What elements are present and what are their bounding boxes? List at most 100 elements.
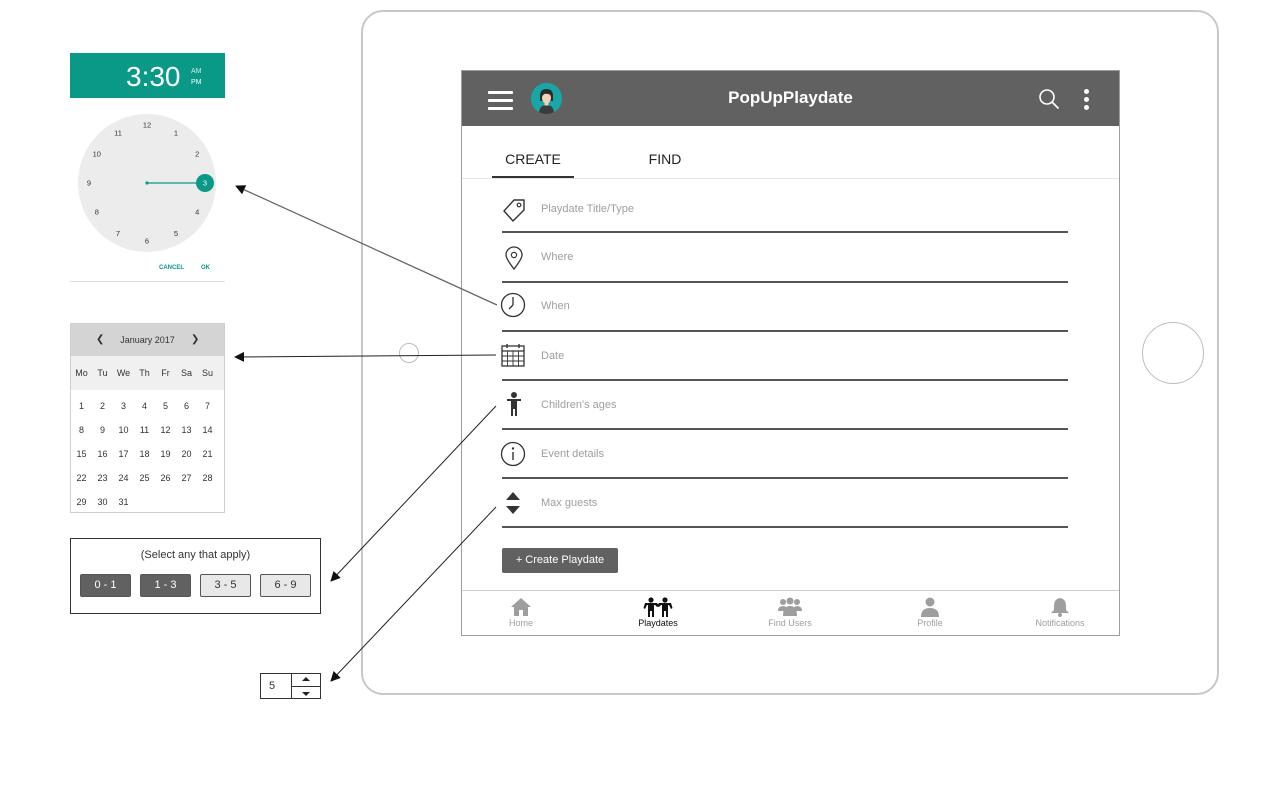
tab-divider bbox=[462, 178, 1119, 179]
calendar-day[interactable]: 9 bbox=[92, 425, 113, 435]
field-underline bbox=[502, 526, 1068, 528]
more-vert-icon[interactable] bbox=[1084, 89, 1090, 111]
calendar-day[interactable]: 7 bbox=[197, 401, 218, 411]
calendar-day[interactable]: 24 bbox=[113, 473, 134, 483]
field-underline bbox=[502, 477, 1068, 479]
calendar-day[interactable]: 17 bbox=[113, 449, 134, 459]
nav-profile[interactable]: Profile bbox=[885, 597, 975, 628]
app-screen: PopUpPlaydate CREATE FIND Playdate Title… bbox=[461, 70, 1120, 636]
calendar-day[interactable]: 23 bbox=[92, 473, 113, 483]
search-icon[interactable] bbox=[1038, 88, 1060, 110]
dial-number[interactable]: 12 bbox=[143, 121, 151, 130]
dial-number[interactable]: 4 bbox=[195, 208, 199, 217]
age-option-1-3[interactable]: 1 - 3 bbox=[140, 574, 191, 597]
tablet-home-button[interactable] bbox=[1142, 322, 1204, 384]
nav-find-users[interactable]: Find Users bbox=[745, 597, 835, 628]
nav-notifications[interactable]: Notifications bbox=[1015, 597, 1105, 628]
where-field[interactable]: Where bbox=[541, 251, 573, 263]
calendar-day[interactable]: 5 bbox=[155, 401, 176, 411]
am-toggle[interactable]: AM bbox=[191, 68, 202, 75]
dial-number[interactable]: 11 bbox=[114, 128, 122, 137]
calendar-day[interactable]: 8 bbox=[71, 425, 92, 435]
calendar-grid: 1 2 3 4 5 6 7 8 9 10 11 12 13 14 15 16 17 18 19 20 21 22 23 24 2… bbox=[71, 324, 224, 512]
calendar-day[interactable]: 31 bbox=[113, 497, 134, 507]
calendar-day[interactable]: 11 bbox=[134, 425, 155, 435]
max-guests-field[interactable]: Max guests bbox=[541, 497, 597, 509]
dial-number[interactable]: 2 bbox=[195, 150, 199, 159]
tag-icon bbox=[501, 197, 527, 223]
dial-number[interactable]: 6 bbox=[145, 237, 149, 246]
time-ok-button[interactable]: OK bbox=[201, 265, 210, 271]
calendar-day[interactable]: 12 bbox=[155, 425, 176, 435]
calendar-day[interactable]: 27 bbox=[176, 473, 197, 483]
nav-profile-label: Profile bbox=[917, 618, 943, 628]
calendar-day[interactable]: 15 bbox=[71, 449, 92, 459]
calendar-day[interactable]: 22 bbox=[71, 473, 92, 483]
field-underline bbox=[502, 428, 1068, 430]
calendar-day[interactable]: 20 bbox=[176, 449, 197, 459]
clock-dial[interactable]: 121234567891011 bbox=[70, 98, 225, 263]
date-field[interactable]: Date bbox=[541, 350, 564, 362]
calendar-day[interactable]: 3 bbox=[113, 401, 134, 411]
nav-find-users-label: Find Users bbox=[768, 618, 812, 628]
calendar-day[interactable]: 19 bbox=[155, 449, 176, 459]
location-pin-icon bbox=[501, 245, 527, 271]
time-cancel-button[interactable]: CANCEL bbox=[159, 265, 184, 271]
calendar-day[interactable]: 29 bbox=[71, 497, 92, 507]
max-guests-stepper[interactable]: 5 bbox=[260, 673, 321, 699]
calendar-day[interactable]: 30 bbox=[92, 497, 113, 507]
age-option-6-9[interactable]: 6 - 9 bbox=[260, 574, 311, 597]
calendar-day[interactable]: 21 bbox=[197, 449, 218, 459]
bottom-nav: Home Playdates Find Users Profile Notifi… bbox=[462, 590, 1119, 635]
calendar-icon bbox=[500, 342, 526, 368]
dial-number[interactable]: 7 bbox=[116, 229, 120, 238]
tab-find[interactable]: FIND bbox=[632, 151, 698, 167]
age-option-0-1[interactable]: 0 - 1 bbox=[80, 574, 131, 597]
field-underline bbox=[502, 330, 1068, 332]
calendar-day[interactable]: 13 bbox=[176, 425, 197, 435]
child-icon bbox=[501, 391, 527, 417]
dial-number[interactable]: 5 bbox=[174, 229, 178, 238]
calendar-day[interactable]: 26 bbox=[155, 473, 176, 483]
info-icon bbox=[500, 441, 526, 467]
field-underline bbox=[502, 379, 1068, 381]
age-option-3-5[interactable]: 3 - 5 bbox=[200, 574, 251, 597]
app-title: PopUpPlaydate bbox=[728, 88, 853, 107]
clock-icon bbox=[500, 292, 526, 318]
nav-playdates[interactable]: Playdates bbox=[613, 597, 703, 628]
dial-number[interactable]: 8 bbox=[95, 208, 99, 217]
when-field[interactable]: When bbox=[541, 300, 570, 312]
calendar-day[interactable]: 25 bbox=[134, 473, 155, 483]
dial-number[interactable]: 3 bbox=[203, 179, 207, 188]
calendar-day[interactable]: 16 bbox=[92, 449, 113, 459]
playdate-title-field[interactable]: Playdate Title/Type bbox=[541, 203, 634, 215]
calendar-day[interactable]: 14 bbox=[197, 425, 218, 435]
calendar-day[interactable]: 4 bbox=[134, 401, 155, 411]
calendar-day[interactable]: 6 bbox=[176, 401, 197, 411]
dial-number[interactable]: 9 bbox=[87, 179, 91, 188]
field-underline bbox=[502, 231, 1068, 233]
home-icon bbox=[511, 598, 531, 616]
increment-icon[interactable] bbox=[292, 674, 320, 686]
stepper-value[interactable]: 5 bbox=[269, 680, 275, 692]
nav-home[interactable]: Home bbox=[476, 597, 566, 628]
field-underline bbox=[502, 281, 1068, 283]
dial-number[interactable]: 1 bbox=[174, 128, 178, 137]
time-display[interactable]: 3:30 bbox=[126, 61, 181, 93]
tab-create[interactable]: CREATE bbox=[492, 151, 574, 167]
dial-number[interactable]: 10 bbox=[93, 150, 101, 159]
users-icon bbox=[778, 597, 802, 616]
create-playdate-button[interactable]: + Create Playdate bbox=[502, 548, 618, 573]
calendar-day[interactable]: 18 bbox=[134, 449, 155, 459]
decrement-icon[interactable] bbox=[292, 687, 320, 699]
childrens-ages-field[interactable]: Children's ages bbox=[541, 399, 616, 411]
calendar-day[interactable]: 10 bbox=[113, 425, 134, 435]
date-picker: ❮ January 2017 ❯ Mo Tu We Th Fr Sa Su 12345678… bbox=[70, 323, 225, 513]
calendar-day[interactable]: 28 bbox=[197, 473, 218, 483]
event-details-field[interactable]: Event details bbox=[541, 448, 604, 460]
app-bar: PopUpPlaydate bbox=[462, 71, 1119, 126]
tablet-camera bbox=[399, 343, 419, 363]
calendar-day[interactable]: 2 bbox=[92, 401, 113, 411]
calendar-day[interactable]: 1 bbox=[71, 401, 92, 411]
pm-toggle[interactable]: PM bbox=[191, 79, 202, 86]
